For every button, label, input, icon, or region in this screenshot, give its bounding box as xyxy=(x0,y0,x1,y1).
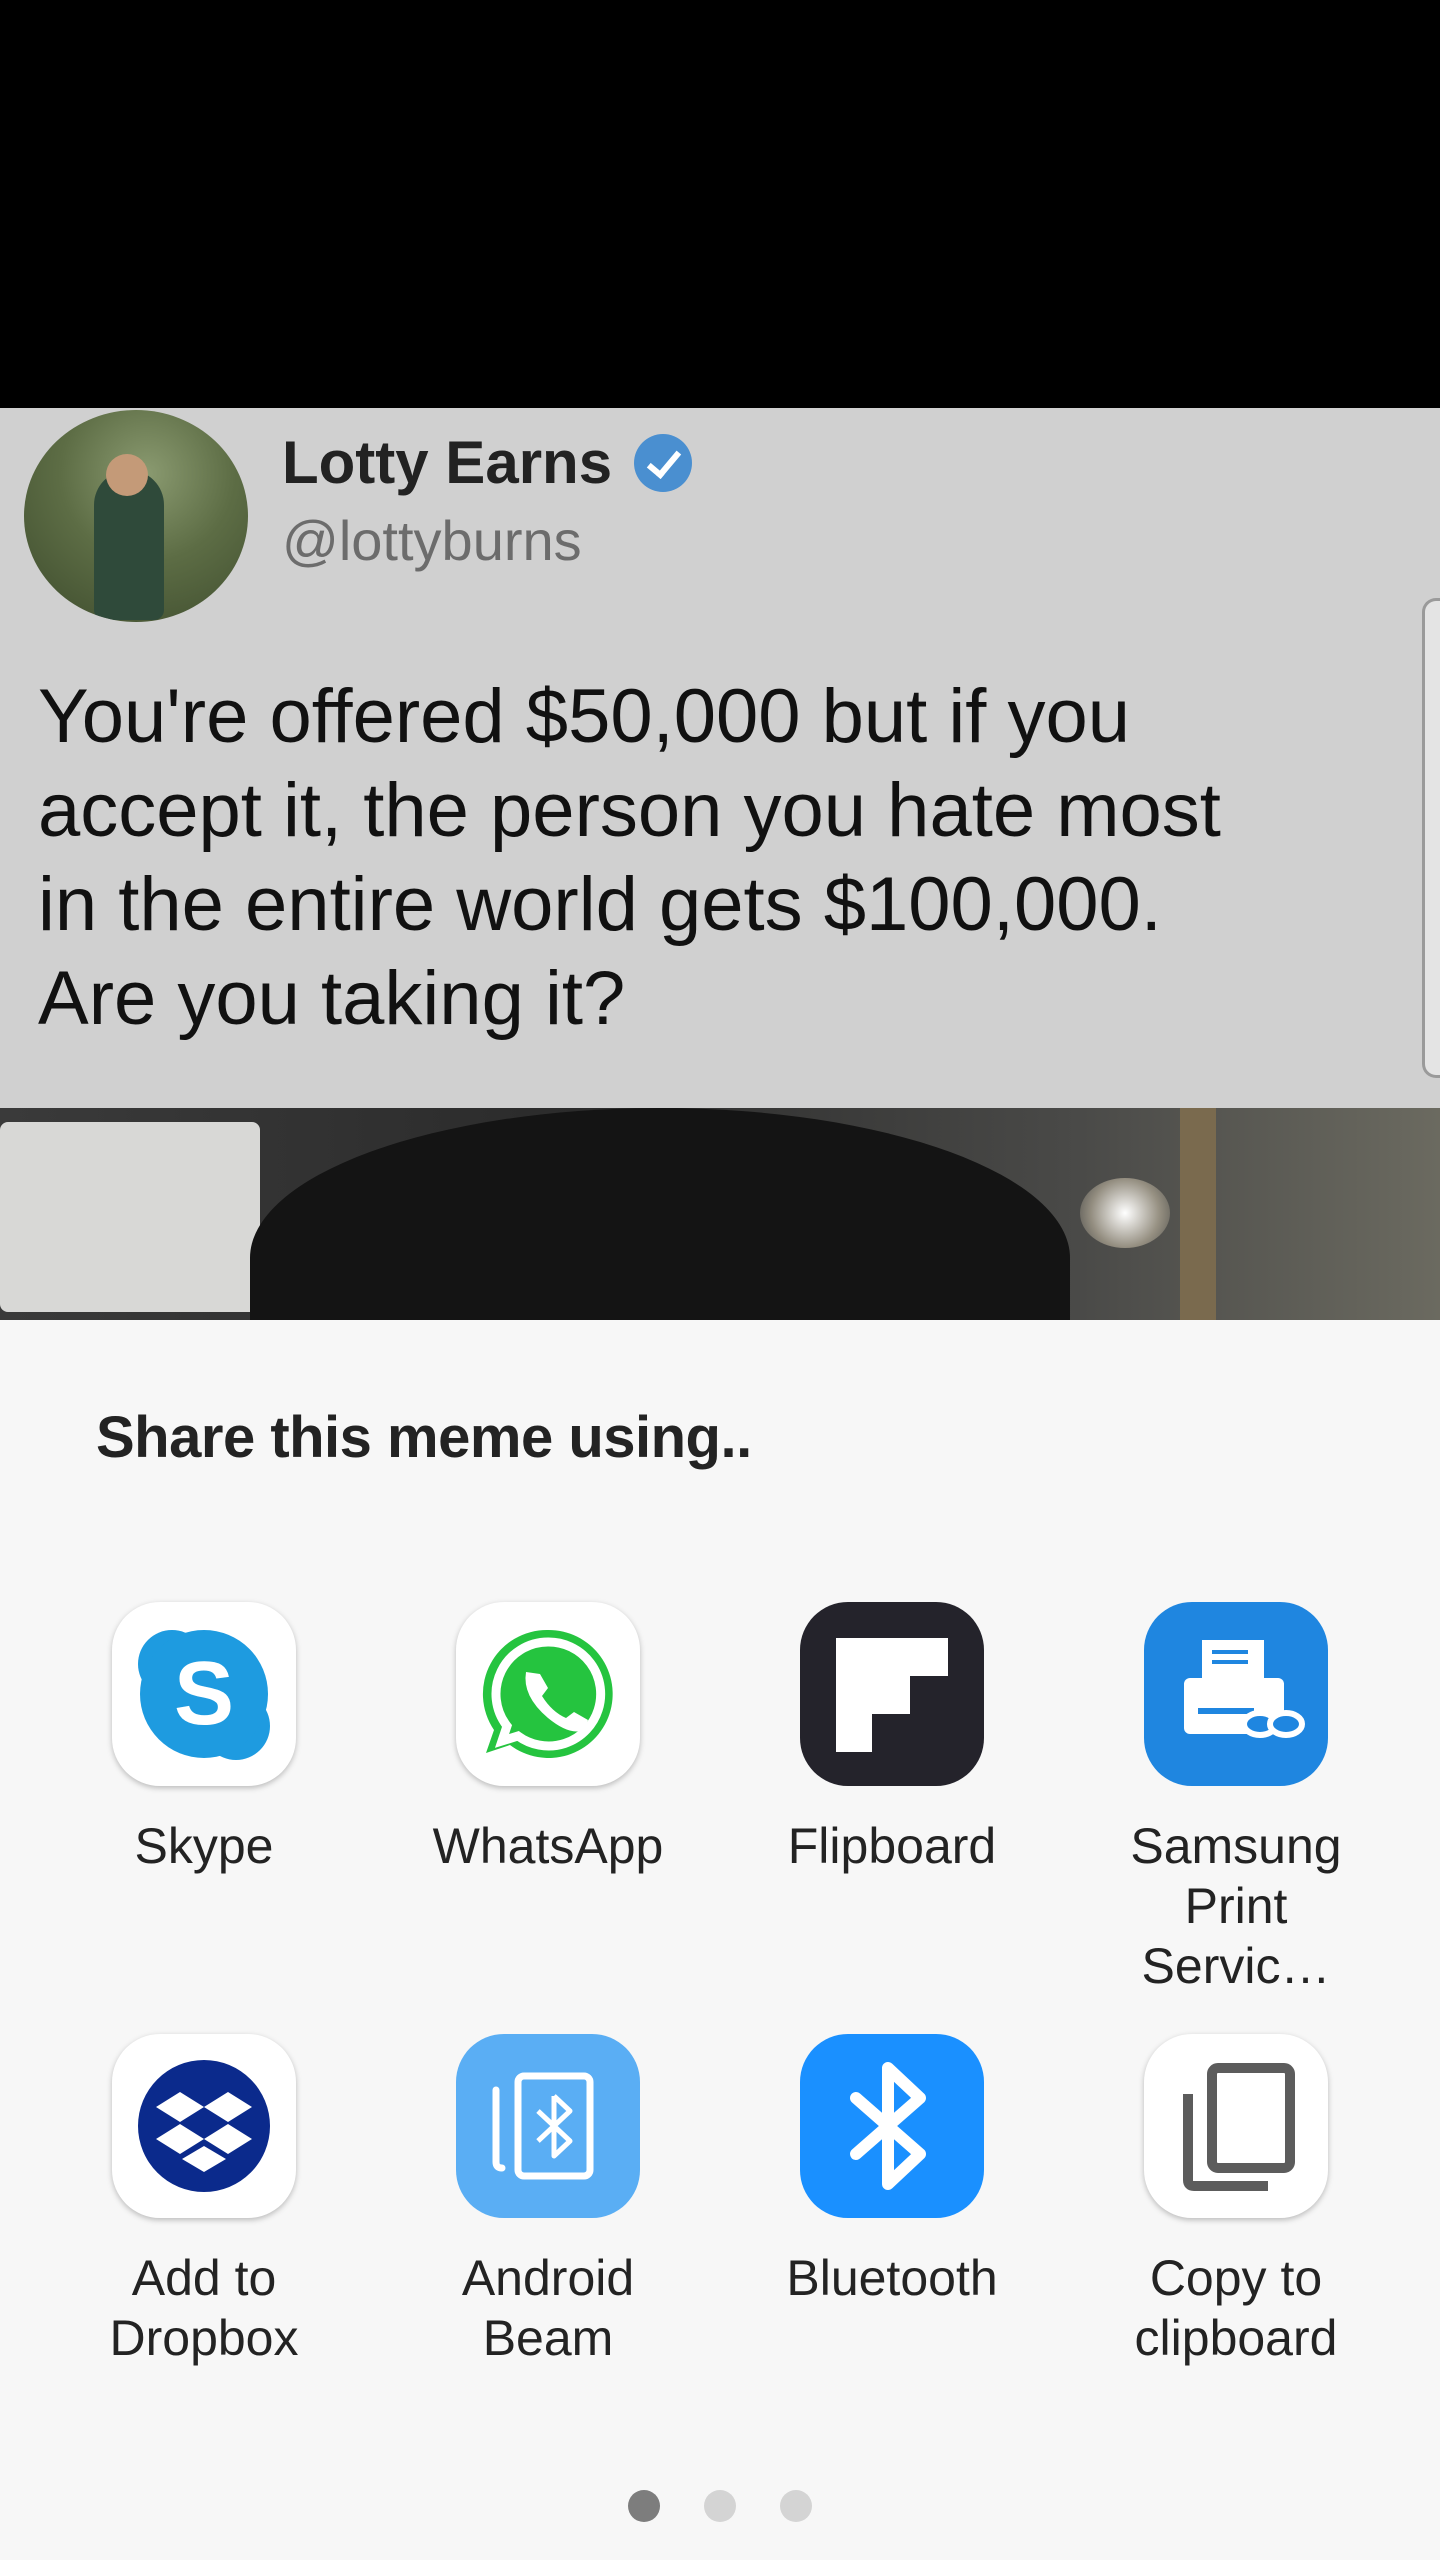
share-app-label: Dropbox xyxy=(109,2310,299,2366)
flipboard-icon xyxy=(800,1602,984,1786)
share-app-label: Flipboard xyxy=(787,1818,997,1874)
tweet-text-line: accept it, the person you hate most xyxy=(38,768,1221,853)
share-app-flipboard[interactable]: Flipboard xyxy=(742,1602,1042,1876)
page-dot-active[interactable] xyxy=(628,2490,660,2522)
share-app-label: WhatsApp xyxy=(432,1818,664,1874)
share-sheet-title: Share this meme using.. xyxy=(96,1405,752,1470)
share-app-copy-clipboard[interactable]: Copy to clipboard xyxy=(1086,2034,1386,2368)
meme-image: Lotty Earns @lottyburns You're offered $… xyxy=(0,408,1440,1320)
page-dot[interactable] xyxy=(704,2490,736,2522)
avatar xyxy=(24,410,248,622)
page-indicator xyxy=(0,2490,1440,2522)
tweet-text-line: in the entire world gets $100,000. xyxy=(38,862,1162,947)
share-app-android-beam[interactable]: Android Beam xyxy=(398,2034,698,2368)
share-app-label: Add to xyxy=(131,2250,277,2306)
printer-icon xyxy=(1144,1602,1328,1786)
tweet-text: You're offered $50,000 but if you accept… xyxy=(38,670,1418,1046)
share-app-label: Samsung xyxy=(1130,1818,1342,1874)
share-app-dropbox[interactable]: Add to Dropbox xyxy=(54,2034,354,2368)
page-dot[interactable] xyxy=(780,2490,812,2522)
bluetooth-icon xyxy=(800,2034,984,2218)
share-app-label: clipboard xyxy=(1134,2310,1338,2366)
whatsapp-icon xyxy=(456,1602,640,1786)
share-app-label: Skype xyxy=(134,1818,274,1874)
share-app-bluetooth[interactable]: Bluetooth xyxy=(742,2034,1042,2308)
dropbox-icon xyxy=(112,2034,296,2218)
share-app-skype[interactable]: S Skype xyxy=(54,1602,354,1876)
share-app-label: Android xyxy=(461,2250,635,2306)
tweet-handle: @lottyburns xyxy=(282,509,582,572)
scroll-handle[interactable] xyxy=(1422,598,1440,1078)
skype-icon: S xyxy=(112,1602,296,1786)
tweet-text-line: Are you taking it? xyxy=(38,956,626,1041)
tweet-text-line: You're offered $50,000 but if you xyxy=(38,674,1131,759)
tweet-card: Lotty Earns @lottyburns You're offered $… xyxy=(0,408,1440,1108)
share-app-whatsapp[interactable]: WhatsApp xyxy=(398,1602,698,1876)
share-app-label: Bluetooth xyxy=(786,2250,998,2306)
screen: Lotty Earns @lottyburns You're offered $… xyxy=(0,0,1440,2560)
android-beam-icon xyxy=(456,2034,640,2218)
meme-photo xyxy=(0,1108,1440,1320)
share-app-label: Copy to xyxy=(1149,2250,1323,2306)
svg-text:S: S xyxy=(174,1644,234,1744)
share-app-label: Beam xyxy=(482,2310,614,2366)
tweet-name-row: Lotty Earns xyxy=(282,428,693,497)
share-app-label: Print Servic… xyxy=(1141,1878,1331,1994)
tweet-author-name: Lotty Earns xyxy=(282,429,613,496)
share-sheet: Share this meme using.. S Skype WhatsApp… xyxy=(0,1320,1440,2560)
verified-badge-icon xyxy=(634,433,693,492)
clipboard-icon xyxy=(1144,2034,1328,2218)
share-app-samsung-print[interactable]: Samsung Print Servic… xyxy=(1086,1602,1386,1996)
